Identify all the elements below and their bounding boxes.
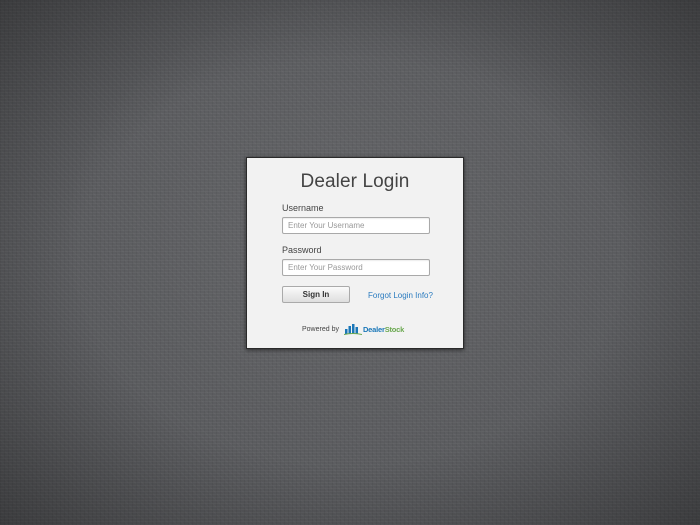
powered-by-row: Powered by DealerStock (302, 322, 404, 336)
dealerstock-logo[interactable]: DealerStock (343, 323, 404, 335)
forgot-login-link[interactable]: Forgot Login Info? (368, 291, 433, 300)
login-title: Dealer Login (300, 171, 410, 192)
login-panel: Dealer Login Username Password Sign In F… (246, 157, 464, 349)
password-label: Password (282, 245, 322, 255)
bar-chart-logo-icon (343, 324, 362, 335)
dealerstock-logo-text: DealerStock (363, 325, 404, 334)
password-input[interactable] (282, 259, 430, 276)
brand-name-part1: Dealer (362, 324, 385, 334)
username-input[interactable] (282, 217, 430, 234)
username-label: Username (282, 203, 324, 213)
brand-name-part2: Stock (384, 324, 405, 334)
sign-in-button[interactable]: Sign In (282, 286, 350, 303)
powered-by-label: Powered by (302, 325, 339, 333)
